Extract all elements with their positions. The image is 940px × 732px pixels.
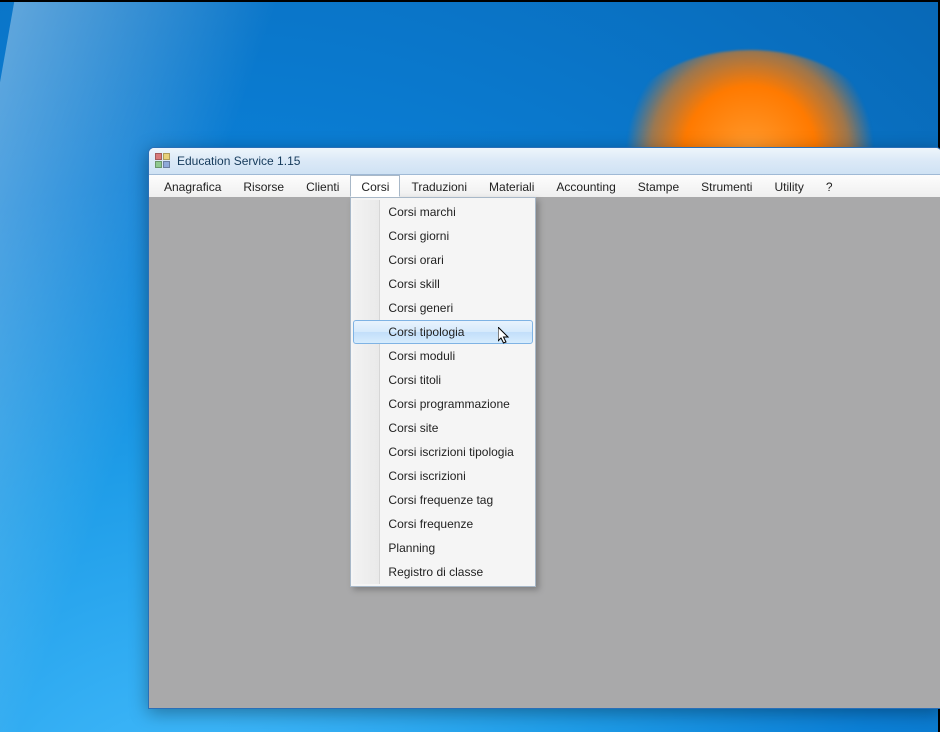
dropdown-item-registro-di-classe[interactable]: Registro di classe: [353, 560, 532, 584]
menu-item-accounting[interactable]: Accounting: [545, 175, 626, 197]
menu-item-stampe[interactable]: Stampe: [627, 175, 690, 197]
menu-item-risorse[interactable]: Risorse: [232, 175, 295, 197]
dropdown-item-corsi-frequenze-tag[interactable]: Corsi frequenze tag: [353, 488, 532, 512]
dropdown-item-corsi-iscrizioni-tipologia[interactable]: Corsi iscrizioni tipologia: [353, 440, 532, 464]
dropdown-item-corsi-programmazione[interactable]: Corsi programmazione: [353, 392, 532, 416]
dropdown-item-corsi-moduli[interactable]: Corsi moduli: [353, 344, 532, 368]
window-title: Education Service 1.15: [177, 154, 300, 168]
dropdown-item-planning[interactable]: Planning: [353, 536, 532, 560]
dropdown-item-corsi-marchi[interactable]: Corsi marchi: [353, 200, 532, 224]
menu-item-corsi[interactable]: Corsi: [350, 175, 400, 197]
dropdown-item-corsi-tipologia[interactable]: Corsi tipologia: [353, 320, 532, 344]
menu-item-traduzioni[interactable]: Traduzioni: [400, 175, 478, 197]
titlebar[interactable]: Education Service 1.15: [149, 148, 940, 175]
menu-item-clienti[interactable]: Clienti: [295, 175, 350, 197]
dropdown-item-corsi-orari[interactable]: Corsi orari: [353, 248, 532, 272]
dropdown-item-corsi-iscrizioni[interactable]: Corsi iscrizioni: [353, 464, 532, 488]
menu-item--[interactable]: ?: [815, 175, 844, 197]
app-window: Education Service 1.15 AnagraficaRisorse…: [148, 147, 940, 709]
app-icon: [155, 153, 171, 169]
menu-item-utility[interactable]: Utility: [763, 175, 814, 197]
menu-item-anagrafica[interactable]: Anagrafica: [153, 175, 232, 197]
outer-frame-top: [0, 0, 940, 2]
dropdown-item-corsi-generi[interactable]: Corsi generi: [353, 296, 532, 320]
menu-item-strumenti[interactable]: Strumenti: [690, 175, 763, 197]
dropdown-item-corsi-skill[interactable]: Corsi skill: [353, 272, 532, 296]
menu-item-materiali[interactable]: Materiali: [478, 175, 545, 197]
dropdown-item-corsi-site[interactable]: Corsi site: [353, 416, 532, 440]
dropdown-item-corsi-titoli[interactable]: Corsi titoli: [353, 368, 532, 392]
dropdown-item-corsi-frequenze[interactable]: Corsi frequenze: [353, 512, 532, 536]
menubar: AnagraficaRisorseClientiCorsiTraduzioniM…: [149, 175, 940, 198]
menu-dropdown-corsi: Corsi marchiCorsi giorniCorsi orariCorsi…: [350, 197, 535, 587]
dropdown-item-corsi-giorni[interactable]: Corsi giorni: [353, 224, 532, 248]
desktop-background: Education Service 1.15 AnagraficaRisorse…: [0, 0, 940, 732]
client-area: [149, 197, 940, 708]
